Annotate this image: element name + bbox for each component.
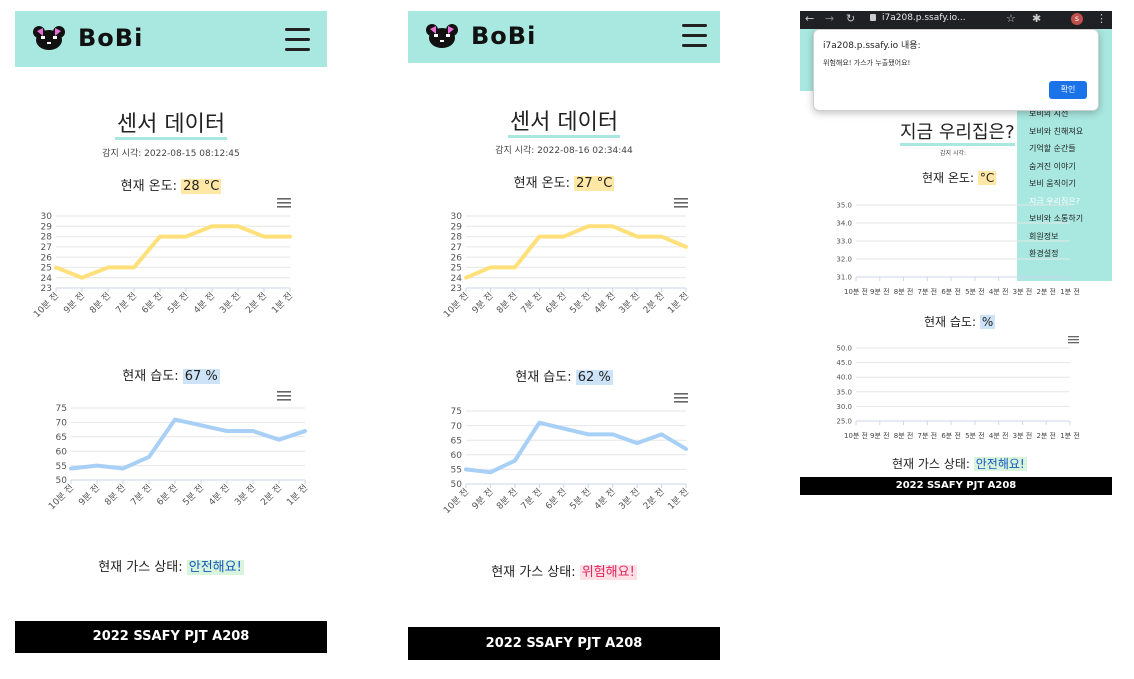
y-tick-label: 55 xyxy=(451,466,462,476)
y-tick-label: 25.0 xyxy=(836,417,852,425)
x-tick-label: 9분 전 xyxy=(870,431,890,440)
x-tick-label: 4분 전 xyxy=(989,431,1009,440)
footer: 2022 SSAFY PJT A208 xyxy=(800,477,1112,495)
x-tick-label: 6분 전 xyxy=(543,486,569,512)
y-tick-label: 50.0 xyxy=(836,344,852,352)
x-tick-label: 10분 전 xyxy=(844,431,868,440)
humidity-chart: 25.0 30.0 35.0 40.0 45.0 50.0 10분 전 9분 전 8분 전 7분 … xyxy=(836,344,1080,440)
gas-status: 안전해요! xyxy=(186,560,244,575)
gas-status: 안전해요! xyxy=(973,457,1027,471)
x-tick-label: 10분 전 xyxy=(442,486,472,516)
x-tick-label: 2분 전 xyxy=(1036,431,1056,440)
x-tick-label: 8분 전 xyxy=(494,486,520,512)
chart-menu-icon[interactable] xyxy=(1068,336,1079,344)
y-tick-label: 60 xyxy=(451,451,463,461)
y-tick-label: 30.0 xyxy=(836,403,852,411)
y-tick-label: 45.0 xyxy=(836,359,852,367)
y-tick-label: 40.0 xyxy=(836,374,852,382)
gas-readout: 현재 가스 상태: 위험해요! xyxy=(491,565,637,580)
x-tick-label: 1분 전 xyxy=(666,486,692,512)
x-tick-label: 7분 전 xyxy=(918,431,938,440)
gas-readout: 현재 가스 상태: 안전해요! xyxy=(892,457,1027,471)
gas-status: 위험해요! xyxy=(579,565,637,580)
x-tick-label: 8분 전 xyxy=(894,431,914,440)
x-tick-label: 9분 전 xyxy=(470,486,496,512)
x-tick-label: 7분 전 xyxy=(519,486,545,512)
x-tick-label: 4분 전 xyxy=(592,486,618,512)
y-tick-label: 50 xyxy=(451,480,463,490)
gas-readout: 현재 가스 상태: 안전해요! xyxy=(98,560,244,575)
x-tick-label: 2분 전 xyxy=(641,486,667,512)
x-tick-label: 3분 전 xyxy=(617,486,643,512)
x-tick-label: 6분 전 xyxy=(941,431,961,440)
x-tick-label: 1분 전 xyxy=(1060,431,1080,440)
x-tick-label: 5분 전 xyxy=(965,431,985,440)
footer: 2022 SSAFY PJT A208 xyxy=(408,627,720,660)
x-tick-label: 5분 전 xyxy=(568,486,594,512)
y-tick-label: 35.0 xyxy=(836,388,852,396)
x-tick-label: 3분 전 xyxy=(1013,431,1033,440)
footer: 2022 SSAFY PJT A208 xyxy=(15,621,327,653)
